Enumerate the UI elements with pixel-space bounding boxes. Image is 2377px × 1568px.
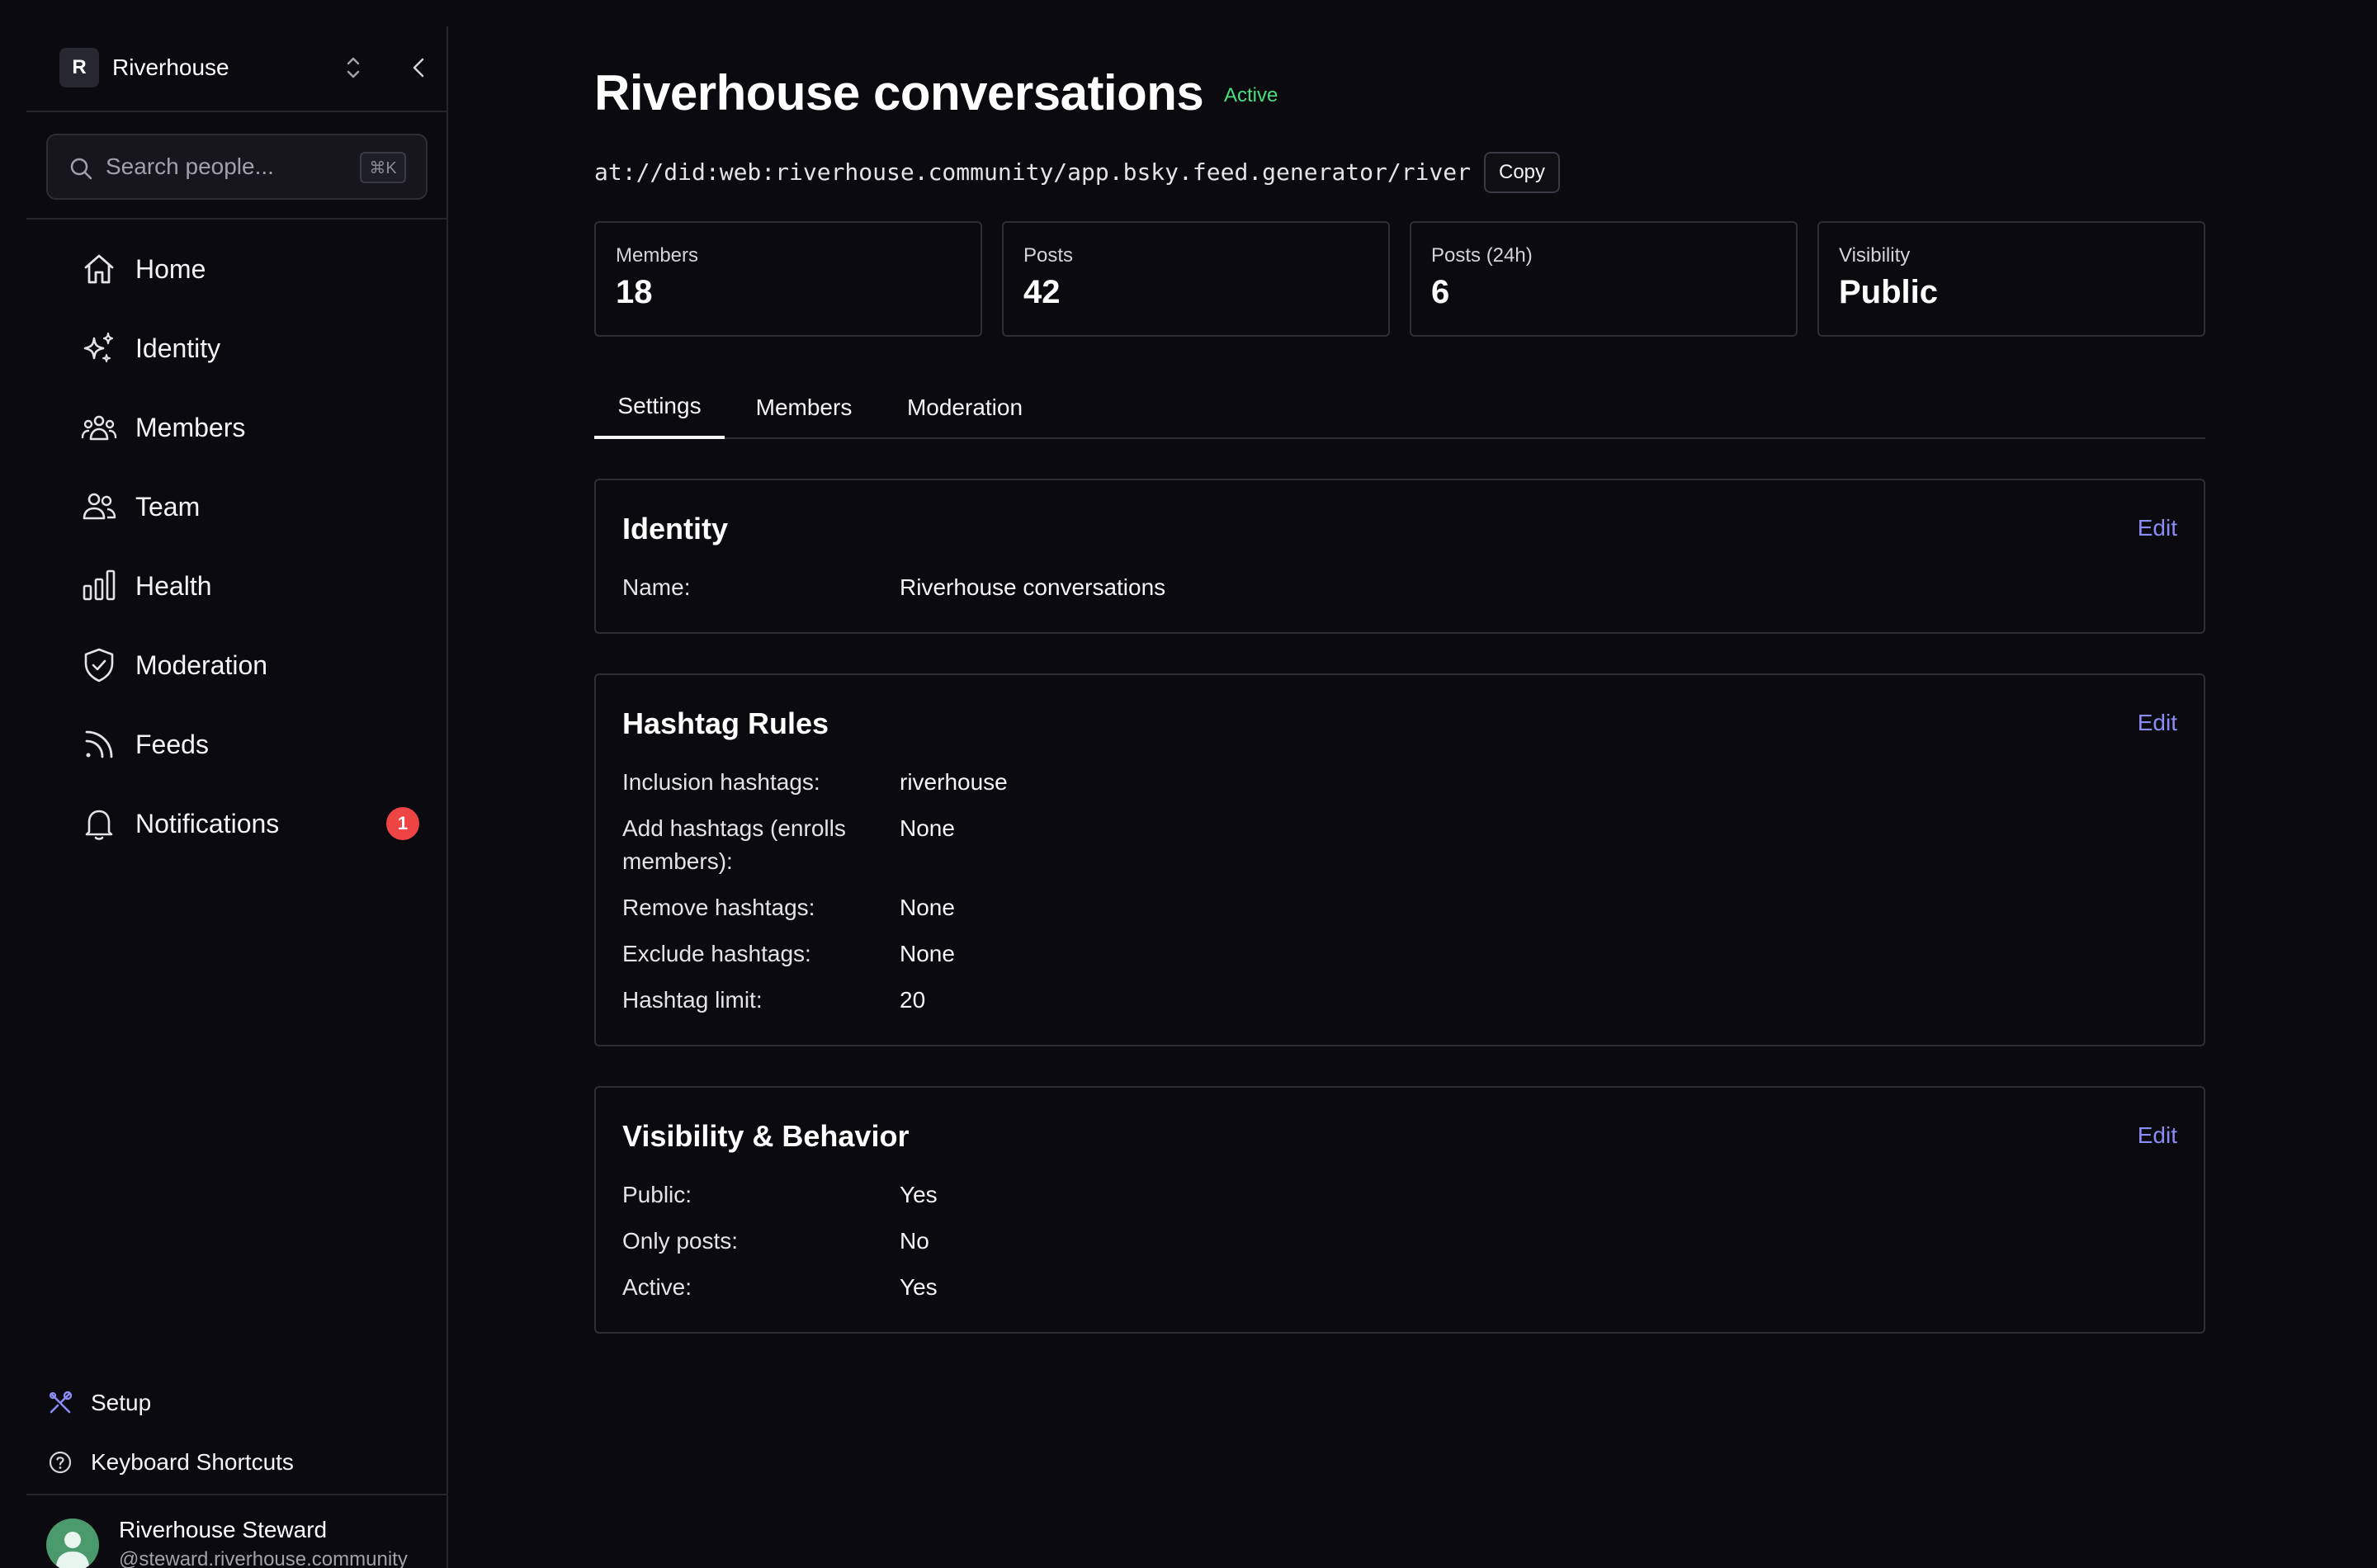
stat-label: Posts (24h) — [1431, 244, 1533, 267]
field-value: riverhouse — [900, 769, 1008, 795]
nav-item-identity[interactable]: Identity — [79, 319, 426, 378]
sidebar: R Riverhouse ⌘K Home — [26, 26, 448, 1568]
nav-label: Team — [135, 491, 201, 522]
field-label: Hashtag limit: — [622, 987, 763, 1013]
workspace-avatar: R — [59, 48, 99, 87]
main-content: Riverhouse conversations Active at://did… — [594, 0, 2205, 1568]
field-label: Inclusion hashtags: — [622, 769, 820, 795]
bar-chart-icon — [83, 569, 116, 601]
identity-section: Identity Edit Name: Riverhouse conversat… — [594, 479, 2205, 634]
stat-value: Public — [1839, 274, 1939, 310]
field-value: None — [900, 815, 955, 841]
field-label: Add hashtags (enrolls members): — [622, 815, 846, 874]
user-name: Riverhouse Steward — [119, 1517, 328, 1542]
search-box[interactable]: ⌘K — [46, 134, 428, 200]
nav-item-health[interactable]: Health — [79, 556, 426, 616]
nav-label: Moderation — [135, 649, 268, 680]
stat-label: Members — [616, 244, 699, 267]
wrench-icon — [49, 1391, 73, 1414]
notification-count-badge: 1 — [386, 807, 419, 840]
collapse-sidebar-icon[interactable] — [409, 54, 429, 81]
field-value: Yes — [900, 1182, 938, 1207]
nav-item-notifications[interactable]: Notifications 1 — [79, 794, 426, 853]
team-icon — [83, 493, 116, 520]
user-handle: @steward.riverhouse.community — [119, 1548, 408, 1568]
nav-item-feeds[interactable]: Feeds — [79, 715, 426, 774]
person-icon — [56, 1532, 89, 1568]
workspace-switcher[interactable]: R Riverhouse — [26, 26, 447, 112]
search-area: ⌘K — [26, 112, 447, 220]
tab-bar: Settings Members Moderation — [594, 376, 2205, 439]
field-label: Public: — [622, 1182, 692, 1207]
status-badge: Active — [1224, 84, 1278, 106]
workspace-name: Riverhouse — [112, 54, 229, 80]
nav-label: Health — [135, 570, 212, 601]
stat-label: Visibility — [1839, 244, 1911, 267]
shield-check-icon — [84, 648, 114, 682]
field-value: Riverhouse conversations — [900, 574, 1166, 600]
feed-uri: at://did:web:riverhouse.community/app.bs… — [594, 158, 1472, 186]
field-value: None — [900, 941, 955, 966]
field-label: Exclude hashtags: — [622, 941, 811, 966]
hashtag-rules-section: Hashtag Rules Edit Inclusion hashtags: r… — [594, 673, 2205, 1046]
stat-card-posts-24h: Posts (24h) 6 — [1410, 221, 1798, 337]
nav-label: Home — [135, 253, 206, 284]
nav-label: Notifications — [135, 808, 280, 838]
edit-hashtag-rules-button[interactable]: Edit — [2138, 710, 2177, 736]
field-value: None — [900, 895, 955, 920]
section-title: Visibility & Behavior — [622, 1119, 910, 1153]
user-profile[interactable]: Riverhouse Steward @steward.riverhouse.c… — [26, 1494, 447, 1568]
avatar — [46, 1518, 99, 1568]
search-shortcut-hint: ⌘K — [360, 152, 406, 183]
home-icon — [84, 254, 114, 284]
field-value: No — [900, 1228, 929, 1254]
search-icon — [70, 158, 92, 180]
setup-link[interactable]: Setup — [46, 1380, 426, 1426]
tab-settings[interactable]: Settings — [594, 376, 725, 439]
field-label: Only posts: — [622, 1228, 739, 1254]
sparkles-icon — [83, 332, 114, 362]
nav-item-moderation[interactable]: Moderation — [79, 635, 426, 695]
bell-icon — [85, 810, 113, 840]
visibility-behavior-section: Visibility & Behavior Edit Public: Yes O… — [594, 1086, 2205, 1334]
nav-item-home[interactable]: Home — [79, 239, 426, 299]
nav-label: Feeds — [135, 729, 209, 759]
field-label: Remove hashtags: — [622, 895, 815, 920]
section-title: Hashtag Rules — [622, 706, 829, 740]
field-label: Name: — [622, 574, 691, 600]
edit-visibility-button[interactable]: Edit — [2138, 1122, 2177, 1149]
copy-button[interactable]: Copy — [1484, 152, 1560, 193]
chevron-up-down-icon[interactable] — [345, 53, 362, 83]
stat-label: Posts — [1023, 244, 1074, 267]
tab-members[interactable]: Members — [741, 376, 867, 439]
stat-card-posts: Posts 42 — [1002, 221, 1390, 337]
section-title: Identity — [622, 512, 729, 545]
stat-value: 42 — [1023, 274, 1061, 310]
stat-value: 18 — [616, 274, 653, 310]
keyboard-shortcuts-label: Keyboard Shortcuts — [91, 1449, 294, 1475]
field-value: Yes — [900, 1274, 938, 1300]
search-input[interactable] — [106, 150, 353, 183]
nav-label: Identity — [135, 333, 221, 363]
help-circle-icon — [49, 1451, 72, 1474]
rss-icon — [85, 730, 113, 758]
field-label: Active: — [622, 1274, 692, 1300]
keyboard-shortcuts-link[interactable]: Keyboard Shortcuts — [46, 1439, 426, 1485]
nav-label: Members — [135, 412, 246, 442]
stat-value: 6 — [1431, 274, 1450, 310]
field-value: 20 — [900, 987, 926, 1013]
page-title: Riverhouse conversations — [594, 65, 1204, 120]
tab-moderation[interactable]: Moderation — [891, 376, 1038, 439]
edit-identity-button[interactable]: Edit — [2138, 515, 2177, 541]
users-icon — [81, 415, 117, 441]
setup-label: Setup — [91, 1390, 152, 1415]
nav-item-members[interactable]: Members — [79, 398, 426, 457]
stat-card-members: Members 18 — [594, 221, 982, 337]
stat-card-visibility: Visibility Public — [1817, 221, 2205, 337]
nav-item-team[interactable]: Team — [79, 477, 426, 536]
